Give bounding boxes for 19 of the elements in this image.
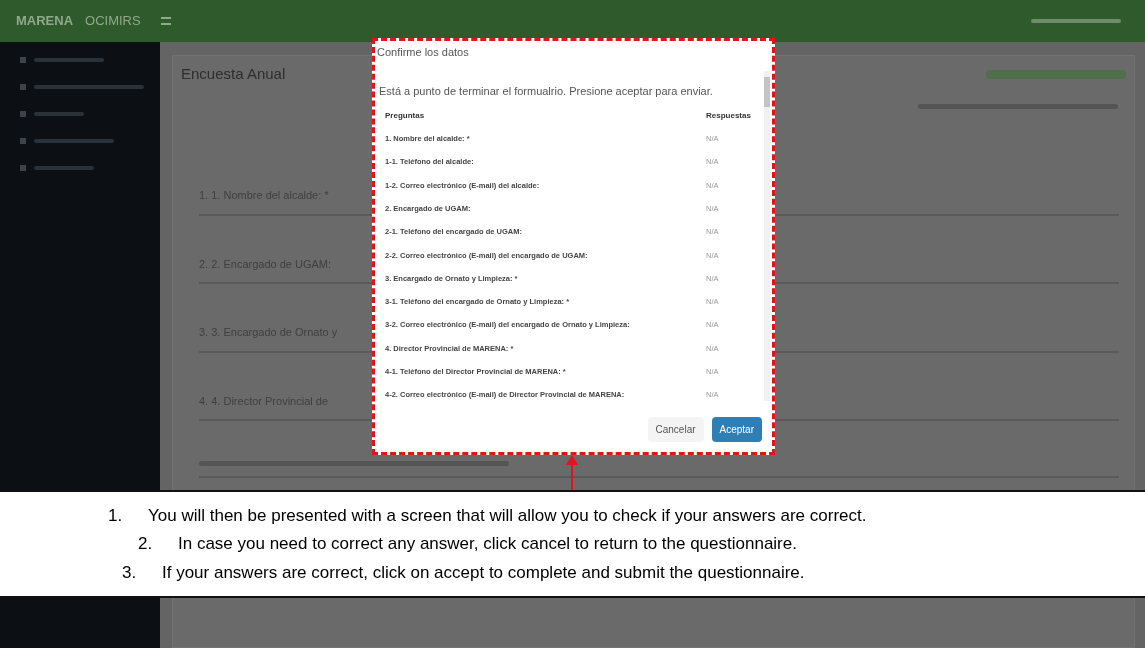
- dialog-message: Está a punto de terminar el formualrio. Presione aceptar para enviar.: [378, 83, 714, 99]
- column-header: Preguntas: [385, 110, 426, 122]
- instruction-text: In case you need to correct any answer, click cancel to return to the questionnaire.: [178, 533, 797, 556]
- list-number: 3.: [122, 561, 138, 584]
- logo: MARENA: [16, 12, 74, 31]
- list-number: 1.: [108, 504, 124, 527]
- page-title: Encuesta Anual: [181, 63, 286, 84]
- scrollbar[interactable]: [764, 71, 770, 401]
- menu-icon[interactable]: [160, 17, 171, 25]
- accept-button[interactable]: Aceptar: [711, 417, 762, 442]
- logo-subtitle: OCIMIRS: [85, 12, 141, 31]
- save-finish-button[interactable]: [986, 69, 1126, 79]
- instruction-text: If your answers are correct, click on accept to complete and submit the questionnaire.: [162, 561, 805, 584]
- user-menu[interactable]: [1031, 19, 1121, 23]
- dialog-title: Confirme los datos: [376, 45, 470, 60]
- column-header: Respuestas: [706, 110, 752, 122]
- instruction-text: You will then be presented with a screen that will allow you to check if your answers are correct.: [148, 504, 867, 527]
- cancel-button[interactable]: Cancelar: [647, 417, 704, 442]
- list-number: 2.: [138, 533, 154, 556]
